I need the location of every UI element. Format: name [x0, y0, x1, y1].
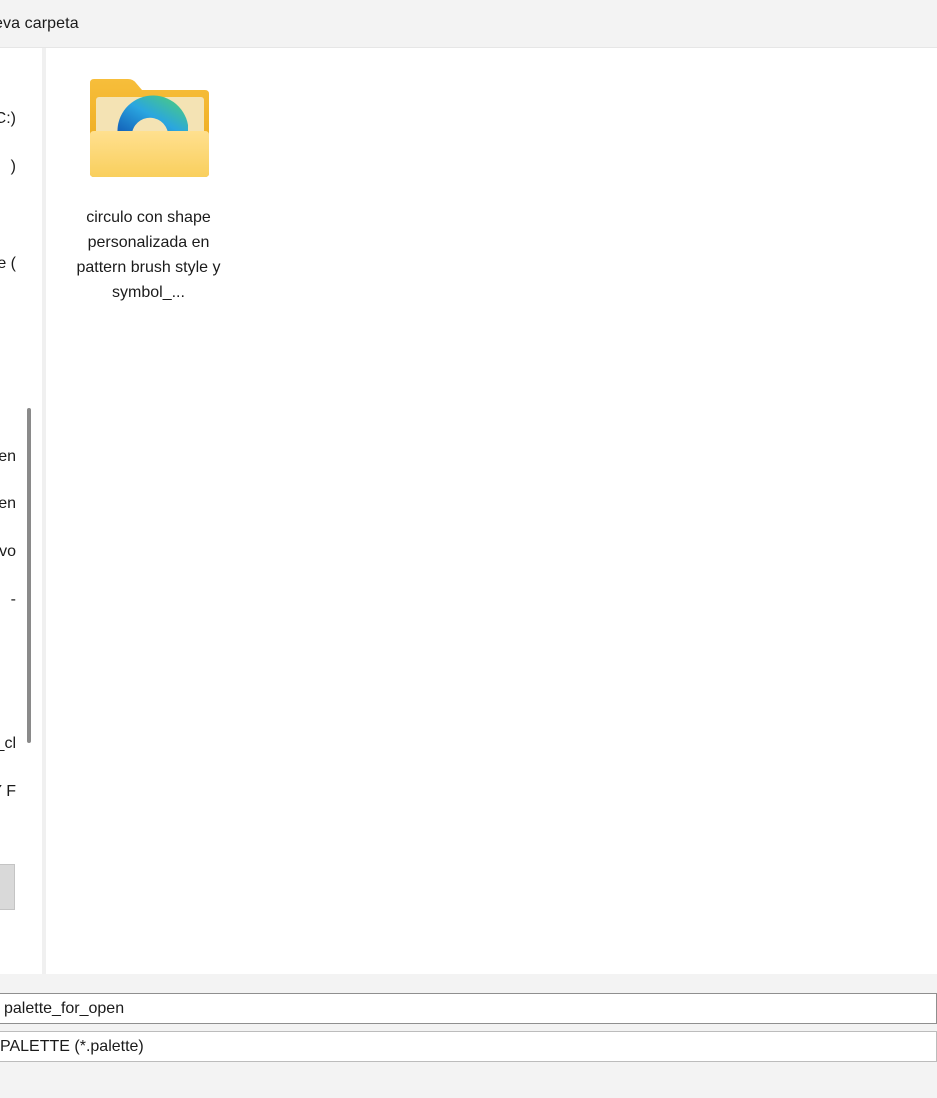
navigation-pane[interactable]: C:) ) e ( en en ivo - _cl Y F — [0, 48, 42, 974]
nav-item-selected[interactable] — [0, 864, 15, 910]
nav-item-drive[interactable]: ) — [0, 158, 16, 176]
command-bar: eva carpeta — [0, 0, 937, 48]
nav-item-folder-6[interactable]: Y F — [0, 783, 25, 801]
file-list[interactable]: circulo con shape personalizada en patte… — [46, 48, 937, 974]
folder-icon — [90, 79, 209, 177]
nav-item-drive-2[interactable]: e ( — [0, 255, 19, 273]
new-folder-button[interactable]: eva carpeta — [0, 15, 79, 33]
nav-item-folder-2[interactable]: en — [0, 495, 18, 513]
nav-scrollbar-thumb[interactable] — [27, 408, 31, 743]
nav-item-folder-5[interactable]: _cl — [0, 735, 20, 753]
file-name-input[interactable]: palette_for_open — [0, 993, 937, 1024]
folder-item-label: circulo con shape personalizada en patte… — [76, 209, 221, 301]
nav-item-local-disk[interactable]: C:) — [0, 110, 21, 128]
nav-item-folder-1[interactable]: en — [0, 448, 18, 466]
nav-item-folder-3[interactable]: ivo — [0, 543, 20, 561]
nav-item-folder-4[interactable]: - — [0, 591, 16, 609]
file-type-select[interactable]: PALETTE (*.palette) — [0, 1031, 937, 1062]
